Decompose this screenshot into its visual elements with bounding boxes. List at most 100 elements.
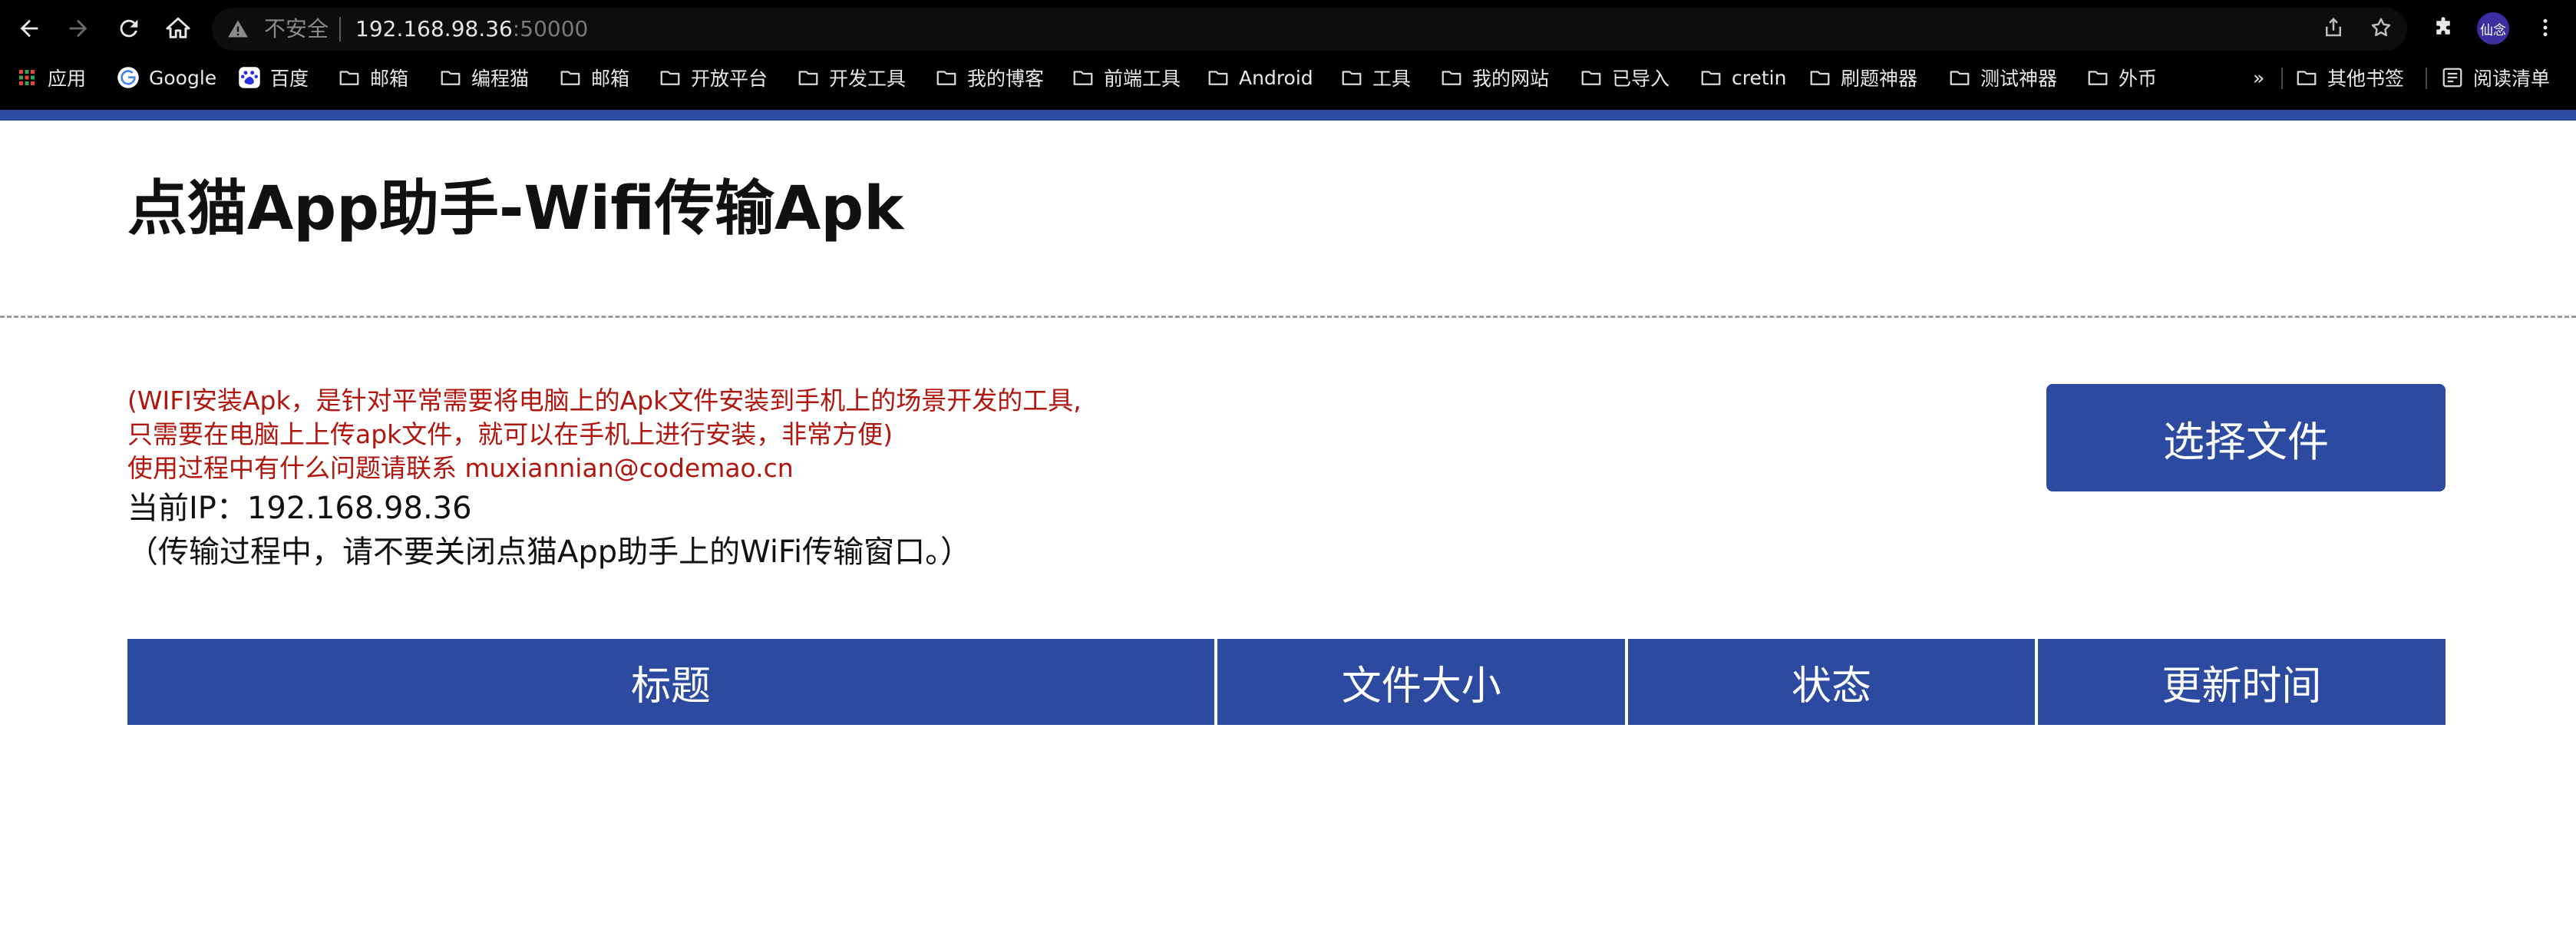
- folder-icon: [1580, 66, 1603, 89]
- folder-icon: [797, 66, 820, 89]
- bookmark-label: 前端工具: [1104, 68, 1181, 90]
- bookmark-label: 开发工具: [829, 68, 907, 90]
- folder-icon: [2295, 66, 2318, 89]
- file-table-header: 标题 文件大小 状态 更新时间: [127, 639, 2446, 725]
- browser-toolbar: 不安全 192.168.98.36:50000 仙念: [0, 0, 2576, 57]
- reload-icon: [120, 19, 138, 38]
- transfer-notice: （传输过程中，请不要关闭点猫App助手上的WiFi传输窗口。）: [127, 534, 972, 570]
- bookmark-item[interactable]: Google: [117, 60, 216, 95]
- bookmark-item[interactable]: 邮箱: [338, 60, 408, 95]
- bookmark-item[interactable]: 已导入: [1580, 60, 1669, 95]
- bookmark-label: 其他书签: [2327, 68, 2405, 90]
- dashed-divider: [0, 316, 2576, 318]
- description-line: 只需要在电脑上上传apk文件，就可以在手机上进行安装，非常方便): [127, 419, 893, 449]
- bookmark-label: 我的博客: [967, 68, 1045, 90]
- bookmark-label: 百度: [270, 68, 309, 90]
- folder-icon: [439, 66, 462, 89]
- page-title: 点猫App助手-Wifi传输Apk: [127, 174, 904, 243]
- bookmark-item[interactable]: 百度: [238, 60, 309, 95]
- page-top-strip: [0, 110, 2576, 121]
- bookmarks-overflow-button[interactable]: »: [2253, 60, 2264, 95]
- reading-list-icon: [2441, 66, 2464, 89]
- bookmark-item[interactable]: 开放平台: [659, 60, 768, 95]
- bookmark-label: 应用: [48, 68, 87, 90]
- folder-icon: [935, 66, 958, 89]
- contact-line: 使用过程中有什么问题请联系 muxiannian@codemao.cn: [127, 453, 794, 483]
- bookmark-item[interactable]: 前端工具: [1072, 60, 1181, 95]
- bookmark-label: 邮箱: [370, 68, 409, 90]
- google-icon: [117, 66, 140, 89]
- bookmark-label: cretin: [1732, 66, 1787, 89]
- bookmark-item[interactable]: 开发工具: [797, 60, 906, 95]
- column-header-size: 文件大小: [1217, 639, 1626, 725]
- share-button[interactable]: [2319, 13, 2348, 42]
- folder-icon: [1948, 66, 1971, 89]
- bookmark-label: 已导入: [1612, 68, 1670, 90]
- bookmark-item[interactable]: 测试神器: [1948, 60, 2057, 95]
- bookmark-label: Google: [149, 66, 217, 89]
- bookmark-item[interactable]: 编程猫: [439, 60, 529, 95]
- bookmark-label: 测试神器: [1980, 68, 2058, 90]
- share-icon: [2326, 17, 2341, 37]
- bookmark-label: 开放平台: [691, 68, 768, 90]
- star-icon: [2371, 18, 2391, 37]
- reading-list-label: 阅读清单: [2473, 68, 2551, 90]
- home-icon: [166, 17, 190, 38]
- folder-icon: [1699, 66, 1722, 89]
- baidu-icon: [238, 66, 261, 89]
- column-header-title: 标题: [127, 639, 1215, 725]
- reload-button[interactable]: [112, 12, 146, 45]
- bookmark-label: Android: [1239, 66, 1313, 89]
- folder-icon: [1808, 66, 1831, 89]
- bookmark-item[interactable]: 邮箱: [559, 60, 629, 95]
- folder-icon: [559, 66, 582, 89]
- url-text[interactable]: 192.168.98.36:50000: [355, 16, 588, 42]
- bookmarks-divider: [2281, 68, 2283, 89]
- folder-icon: [1207, 66, 1230, 89]
- profile-avatar[interactable]: 仙念: [2477, 12, 2509, 45]
- bookmarks-overflow-label: »: [2253, 66, 2265, 89]
- url-host: 192.168.98.36: [355, 16, 513, 41]
- url-port: :50000: [512, 16, 589, 41]
- address-divider: [339, 17, 341, 41]
- description: (WIFI安装Apk，是针对平常需要将电脑上的Apk文件安装到手机上的场景开发的…: [127, 384, 1082, 485]
- bookmark-item[interactable]: 我的网站: [1440, 60, 1549, 95]
- description-line: (WIFI安装Apk，是针对平常需要将电脑上的Apk文件安装到手机上的场景开发的…: [127, 385, 1082, 415]
- extensions-button[interactable]: [2429, 13, 2458, 42]
- column-header-updated: 更新时间: [2037, 639, 2446, 725]
- bookmark-label: 我的网站: [1472, 68, 1550, 90]
- bookmark-item[interactable]: cretin: [1699, 60, 1786, 95]
- more-vertical-icon: [2543, 18, 2548, 37]
- bookmark-item[interactable]: Android: [1207, 60, 1313, 95]
- bookmark-label: 邮箱: [591, 68, 630, 90]
- bookmark-label: 外币: [2119, 68, 2158, 90]
- home-button[interactable]: [161, 12, 195, 45]
- column-header-status: 状态: [1628, 639, 2035, 725]
- bookmark-item[interactable]: 外币: [2086, 60, 2157, 95]
- bookmark-item[interactable]: 工具: [1340, 60, 1411, 95]
- bookmark-item[interactable]: 应用: [15, 60, 86, 95]
- address-bar[interactable]: 不安全 192.168.98.36:50000: [212, 8, 2407, 51]
- menu-button[interactable]: [2531, 13, 2560, 42]
- puzzle-icon: [2436, 17, 2450, 35]
- arrow-right-icon: [69, 19, 88, 38]
- back-button[interactable]: [12, 12, 46, 45]
- bookmark-star-button[interactable]: [2366, 13, 2396, 42]
- folder-icon: [1440, 66, 1463, 89]
- ip-info: 当前IP：192.168.98.36 （传输过程中，请不要关闭点猫App助手上的…: [127, 487, 971, 574]
- bookmark-item[interactable]: 刷题神器: [1808, 60, 1917, 95]
- security-label[interactable]: 不安全: [264, 16, 329, 42]
- folder-icon: [659, 66, 682, 89]
- bookmark-label: 刷题神器: [1841, 68, 1918, 90]
- forward-button[interactable]: [61, 12, 95, 45]
- folder-icon: [1072, 66, 1095, 89]
- bookmark-other[interactable]: 其他书签: [2295, 60, 2404, 95]
- bookmark-item[interactable]: 我的博客: [935, 60, 1044, 95]
- warning-icon: [228, 20, 248, 38]
- current-ip: 当前IP：192.168.98.36: [127, 491, 472, 526]
- folder-icon: [1340, 66, 1363, 89]
- choose-file-button[interactable]: 选择文件: [2046, 384, 2446, 491]
- reading-list-button[interactable]: 阅读清单: [2441, 60, 2550, 95]
- apps-grid-icon: [15, 66, 38, 89]
- folder-icon: [2086, 66, 2109, 89]
